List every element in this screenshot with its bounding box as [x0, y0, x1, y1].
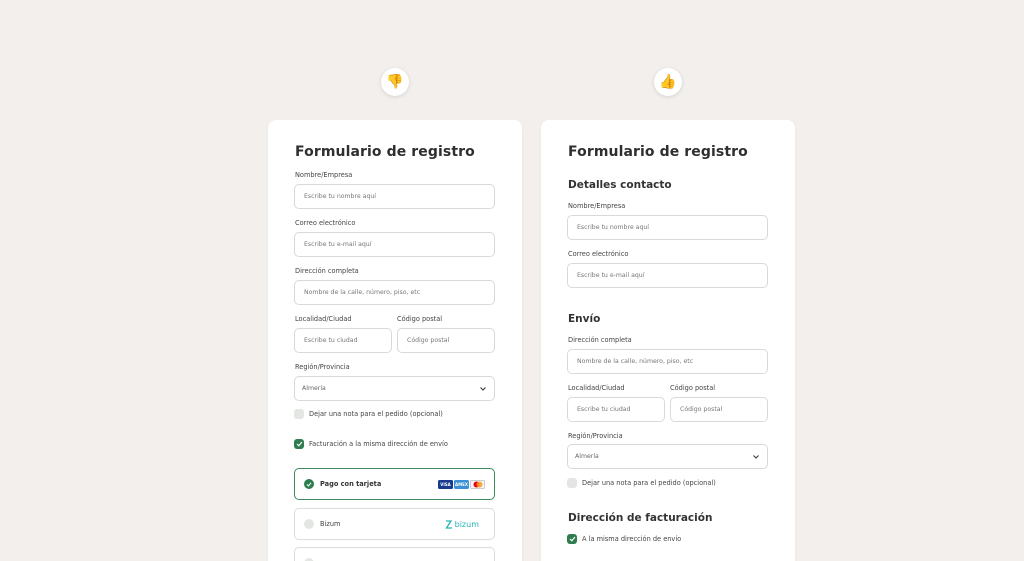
- contact-section-title: Detalles contacto: [568, 179, 672, 191]
- email-input[interactable]: Escribe tu e-mail aquí: [567, 263, 768, 288]
- billing-checkbox-row[interactable]: A la misma dirección de envío: [567, 534, 681, 544]
- note-checkbox-label: Dejar una nota para el pedido (opcional): [309, 410, 443, 418]
- email-label: Correo electrónico: [295, 219, 356, 227]
- chevron-down-icon: [479, 385, 487, 393]
- card-brands-logos: VISA AMEX: [438, 479, 485, 489]
- amex-logo: AMEX: [454, 479, 469, 489]
- note-checkbox-label: Dejar una nota para el pedido (opcional): [582, 479, 716, 487]
- zip-label: Código postal: [670, 384, 716, 392]
- address-label: Dirección completa: [568, 336, 632, 344]
- region-value: Almería: [575, 453, 599, 460]
- zip-input[interactable]: Código postal: [670, 397, 768, 422]
- chevron-down-icon: [752, 453, 760, 461]
- zip-label: Código postal: [397, 315, 443, 323]
- payment-card-label: Pago con tarjeta: [320, 480, 382, 488]
- mastercard-logo: [470, 479, 485, 489]
- thumbs-down-icon: 👎: [381, 68, 409, 96]
- email-input[interactable]: Escribe tu e-mail aquí: [294, 232, 495, 257]
- form-title: Formulario de registro: [295, 144, 475, 160]
- billing-checkbox-label: A la misma dirección de envío: [582, 535, 682, 543]
- note-checkbox-row[interactable]: Dejar una nota para el pedido (opcional): [294, 409, 443, 419]
- address-input[interactable]: Nombre de la calle, número, piso, etc: [567, 349, 768, 374]
- check-icon: [296, 441, 302, 447]
- radio-unselected[interactable]: [304, 519, 314, 529]
- radio-selected[interactable]: [304, 479, 314, 489]
- payment-option-card[interactable]: Pago con tarjeta VISA AMEX: [294, 468, 495, 500]
- region-label: Región/Provincia: [295, 363, 350, 371]
- region-label: Región/Provincia: [568, 432, 623, 440]
- billing-checkbox-row[interactable]: Facturación a la misma dirección de enví…: [294, 439, 448, 449]
- name-label: Nombre/Empresa: [295, 171, 353, 179]
- note-checkbox-row[interactable]: Dejar una nota para el pedido (opcional): [567, 478, 716, 488]
- note-checkbox[interactable]: [567, 478, 577, 488]
- visa-logo: VISA: [438, 479, 453, 489]
- bizum-logo-text: bizum: [454, 519, 479, 529]
- bizum-logo: bizum: [444, 519, 479, 529]
- payment-option-bizum[interactable]: Bizum bizum: [294, 508, 495, 540]
- check-icon: [306, 481, 312, 487]
- billing-checkbox-label: Facturación a la misma dirección de enví…: [309, 440, 448, 448]
- city-input[interactable]: Escribe tu ciudad: [567, 397, 665, 422]
- email-label: Correo electrónico: [568, 250, 629, 258]
- thumbs-up-icon: 👍: [654, 68, 682, 96]
- bizum-icon: [444, 519, 452, 529]
- city-label: Localidad/Ciudad: [295, 315, 352, 323]
- region-select[interactable]: Almería: [294, 376, 495, 401]
- region-value: Almería: [302, 385, 326, 392]
- check-icon: [569, 536, 575, 542]
- city-input[interactable]: Escribe tu ciudad: [294, 328, 392, 353]
- city-label: Localidad/Ciudad: [568, 384, 625, 392]
- payment-bizum-label: Bizum: [320, 520, 341, 528]
- region-select[interactable]: Almería: [567, 444, 768, 469]
- name-input[interactable]: Escribe tu nombre aquí: [294, 184, 495, 209]
- name-label: Nombre/Empresa: [568, 202, 626, 210]
- billing-checkbox[interactable]: [294, 439, 304, 449]
- form-card-bad: Formulario de registro Nombre/Empresa Es…: [268, 120, 522, 561]
- address-input[interactable]: Nombre de la calle, número, piso, etc: [294, 280, 495, 305]
- payment-option-more[interactable]: [294, 547, 495, 561]
- billing-checkbox[interactable]: [567, 534, 577, 544]
- name-input[interactable]: Escribe tu nombre aquí: [567, 215, 768, 240]
- address-label: Dirección completa: [295, 267, 359, 275]
- zip-input[interactable]: Código postal: [397, 328, 495, 353]
- form-card-good: Formulario de registro Detalles contacto…: [541, 120, 795, 561]
- billing-section-title: Dirección de facturación: [568, 512, 713, 524]
- shipping-section-title: Envío: [568, 313, 601, 325]
- form-title: Formulario de registro: [568, 144, 748, 160]
- note-checkbox[interactable]: [294, 409, 304, 419]
